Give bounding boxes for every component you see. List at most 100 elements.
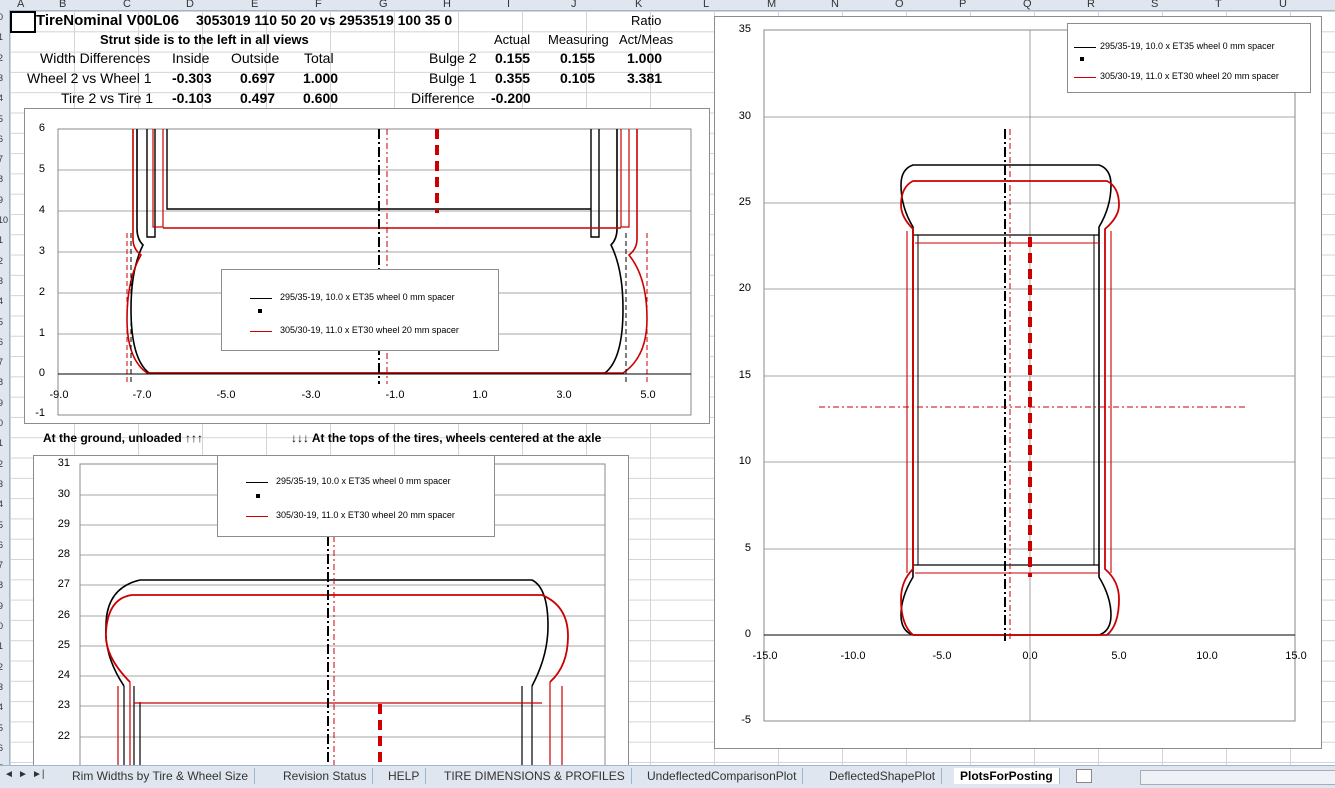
insert-sheet-icon[interactable] bbox=[1076, 769, 1092, 783]
row-header[interactable]: 5 bbox=[0, 520, 3, 530]
row-header[interactable]: 2 bbox=[0, 662, 3, 672]
column-header[interactable]: K bbox=[635, 0, 642, 10]
row-header[interactable]: 4 bbox=[0, 296, 3, 306]
row-header[interactable]: 1 bbox=[0, 641, 3, 651]
bulge1-measuring[interactable]: 0.105 bbox=[560, 70, 595, 86]
row-header[interactable]: 6 bbox=[0, 134, 3, 144]
tab-tire-dimensions[interactable]: TIRE DIMENSIONS & PROFILES bbox=[438, 768, 632, 784]
row-header[interactable]: 6 bbox=[0, 540, 3, 550]
column-header[interactable]: L bbox=[703, 0, 709, 10]
row-header[interactable]: 5 bbox=[0, 114, 3, 124]
row-header[interactable]: 3 bbox=[0, 73, 3, 83]
row-header[interactable]: 6 bbox=[0, 743, 3, 753]
total-header[interactable]: Total bbox=[304, 50, 334, 66]
column-header[interactable]: O bbox=[895, 0, 904, 10]
tab-scroll-left-icon[interactable]: ◄ bbox=[4, 769, 14, 780]
tire-total[interactable]: 0.600 bbox=[303, 90, 338, 106]
column-header[interactable]: G bbox=[379, 0, 388, 10]
row-header[interactable]: 1 bbox=[0, 235, 3, 245]
row-header[interactable]: 7 bbox=[0, 154, 3, 164]
width-differences-label[interactable]: Width Differences bbox=[40, 50, 150, 66]
column-header[interactable]: H bbox=[443, 0, 451, 10]
row-header[interactable]: 8 bbox=[0, 580, 3, 590]
strut-note[interactable]: Strut side is to the left in all views bbox=[100, 32, 309, 47]
column-header[interactable]: C bbox=[123, 0, 131, 10]
row-header[interactable]: 8 bbox=[0, 174, 3, 184]
tab-rim-widths[interactable]: Rim Widths by Tire & Wheel Size bbox=[66, 768, 256, 784]
row-header[interactable]: 10 bbox=[0, 215, 8, 225]
difference-value[interactable]: -0.200 bbox=[491, 90, 531, 106]
column-header[interactable]: F bbox=[315, 0, 322, 10]
wheel-inside[interactable]: -0.303 bbox=[172, 70, 212, 86]
row-header[interactable]: 4 bbox=[0, 702, 3, 712]
row-header[interactable]: 2 bbox=[0, 256, 3, 266]
row-header[interactable]: 0 bbox=[0, 418, 3, 428]
column-header[interactable]: E bbox=[251, 0, 258, 10]
horizontal-scrollbar[interactable] bbox=[1140, 770, 1335, 785]
row-header[interactable]: 9 bbox=[0, 601, 3, 611]
column-header[interactable]: T bbox=[1215, 0, 1222, 10]
wheel-row-label[interactable]: Wheel 2 vs Wheel 1 bbox=[27, 70, 152, 86]
active-cell[interactable] bbox=[10, 11, 36, 33]
row-header[interactable]: 1 bbox=[0, 32, 3, 42]
tab-scroll-last-icon[interactable]: ►| bbox=[32, 769, 45, 780]
row-header[interactable]: 0 bbox=[0, 12, 3, 22]
measuring-header[interactable]: Measuring bbox=[548, 32, 609, 47]
column-header[interactable]: J bbox=[571, 0, 577, 10]
bulge2-ratio[interactable]: 1.000 bbox=[627, 50, 662, 66]
row-header[interactable]: 2 bbox=[0, 459, 3, 469]
bulge2-measuring[interactable]: 0.155 bbox=[560, 50, 595, 66]
row-header[interactable]: 7 bbox=[0, 357, 3, 367]
inside-header[interactable]: Inside bbox=[172, 50, 209, 66]
side-view-legend[interactable]: 295/35-19, 10.0 x ET35 wheel 0 mm spacer… bbox=[1067, 23, 1311, 93]
bulge2-actual[interactable]: 0.155 bbox=[495, 50, 530, 66]
row-header[interactable]: 3 bbox=[0, 682, 3, 692]
top-view-chart[interactable]: 31 30 29 28 27 26 25 24 23 22 295/35-19,… bbox=[33, 455, 629, 773]
wheel-total[interactable]: 1.000 bbox=[303, 70, 338, 86]
column-header[interactable]: A bbox=[17, 0, 24, 10]
row-header[interactable]: 4 bbox=[0, 499, 3, 509]
column-header[interactable]: S bbox=[1151, 0, 1158, 10]
tire-outside[interactable]: 0.497 bbox=[240, 90, 275, 106]
row-header[interactable]: 6 bbox=[0, 337, 3, 347]
ground-view-legend[interactable]: 295/35-19, 10.0 x ET35 wheel 0 mm spacer… bbox=[221, 269, 499, 351]
top-view-legend[interactable]: 295/35-19, 10.0 x ET35 wheel 0 mm spacer… bbox=[217, 455, 495, 537]
column-header[interactable]: B bbox=[59, 0, 66, 10]
bulge1-ratio[interactable]: 3.381 bbox=[627, 70, 662, 86]
row-header[interactable]: 9 bbox=[0, 195, 3, 205]
column-header[interactable]: M bbox=[767, 0, 776, 10]
column-header[interactable]: D bbox=[186, 0, 194, 10]
row-header[interactable]: 5 bbox=[0, 317, 3, 327]
side-view-chart[interactable]: 35 30 25 20 15 10 5 0 -5 -15.0 -10.0 -5.… bbox=[714, 16, 1322, 749]
column-header[interactable]: N bbox=[831, 0, 839, 10]
row-header[interactable]: 0 bbox=[0, 621, 3, 631]
wheel-outside[interactable]: 0.697 bbox=[240, 70, 275, 86]
row-header[interactable]: 8 bbox=[0, 377, 3, 387]
tab-deflected-plot[interactable]: DeflectedShapePlot bbox=[823, 768, 943, 784]
ground-view-chart[interactable]: 6 5 4 3 2 1 0 -1 -9.0 -7.0 -5.0 -3.0 -1.… bbox=[24, 108, 710, 424]
row-header[interactable]: 5 bbox=[0, 723, 3, 733]
column-header[interactable]: R bbox=[1087, 0, 1095, 10]
row-header[interactable]: 2 bbox=[0, 53, 3, 63]
row-header[interactable]: 3 bbox=[0, 479, 3, 489]
row-header[interactable]: 7 bbox=[0, 560, 3, 570]
row-header[interactable]: 4 bbox=[0, 93, 3, 103]
row-header[interactable]: 1 bbox=[0, 438, 3, 448]
tab-revision-status[interactable]: Revision Status bbox=[277, 768, 374, 784]
tire-row-label[interactable]: Tire 2 vs Tire 1 bbox=[61, 90, 153, 106]
column-header[interactable]: Q bbox=[1023, 0, 1032, 10]
ratio-label[interactable]: Ratio bbox=[631, 13, 661, 28]
sheet-title[interactable]: TireNominal V00L06 bbox=[36, 12, 179, 29]
row-header[interactable]: 3 bbox=[0, 276, 3, 286]
tab-undeflected-plot[interactable]: UndeflectedComparisonPlot bbox=[641, 768, 804, 784]
ground-note[interactable]: At the ground, unloaded ↑↑↑ bbox=[43, 431, 203, 445]
tire-inside[interactable]: -0.103 bbox=[172, 90, 212, 106]
tab-help[interactable]: HELP bbox=[382, 768, 427, 784]
row-header[interactable]: 9 bbox=[0, 398, 3, 408]
bulge2-label[interactable]: Bulge 2 bbox=[429, 50, 476, 66]
column-header[interactable]: P bbox=[959, 0, 966, 10]
tops-note[interactable]: ↓↓↓ At the tops of the tires, wheels cen… bbox=[291, 431, 601, 445]
bulge1-actual[interactable]: 0.355 bbox=[495, 70, 530, 86]
tab-scroll-right-icon[interactable]: ► bbox=[18, 769, 28, 780]
outside-header[interactable]: Outside bbox=[231, 50, 279, 66]
